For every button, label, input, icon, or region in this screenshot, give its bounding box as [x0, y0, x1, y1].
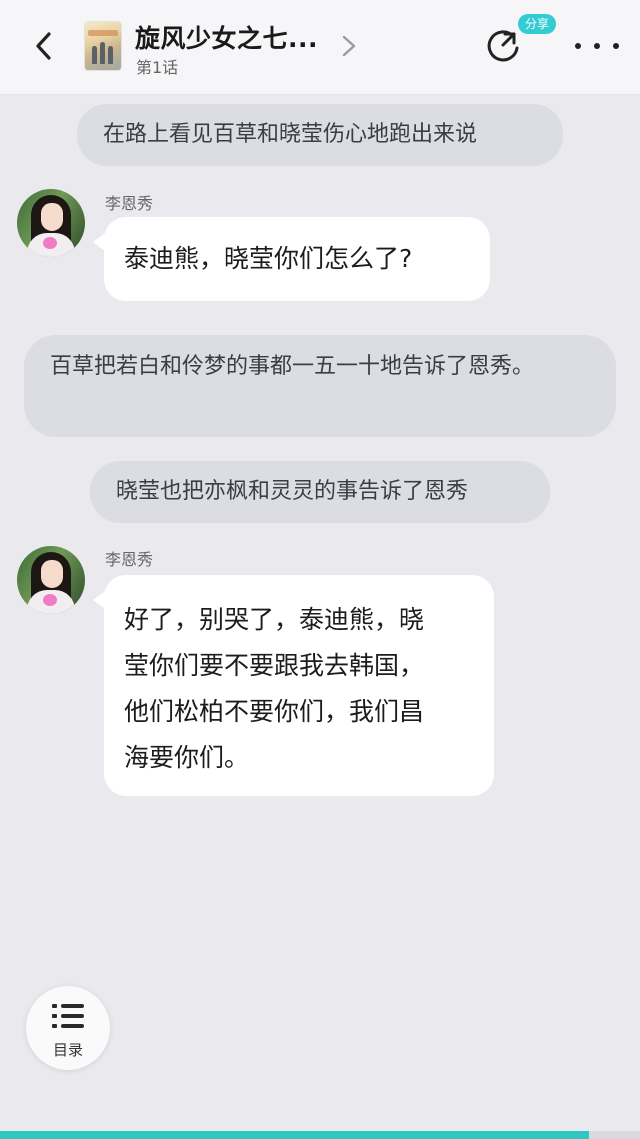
speaker-name: 李恩秀	[105, 550, 154, 569]
dialogue-line: 海要你们。	[124, 743, 250, 772]
dialogue-line: 莹你们要不要跟我去韩国，	[124, 651, 425, 680]
table-of-contents-button[interactable]: 目录	[26, 986, 110, 1070]
avatar[interactable]	[17, 189, 85, 257]
speaker-name: 李恩秀	[105, 194, 154, 213]
chevron-right-icon[interactable]	[338, 33, 360, 59]
narration-bubble: 在路上看见百草和晓莹伤心地跑出来说	[77, 104, 563, 166]
dialogue-line: 他们松柏不要你们，我们昌	[124, 697, 425, 726]
avatar[interactable]	[17, 546, 85, 614]
chevron-left-icon	[36, 32, 51, 60]
list-icon	[52, 1004, 84, 1028]
table-of-contents-label: 目录	[52, 1041, 83, 1059]
share-badge[interactable]: 分享	[518, 14, 557, 34]
dialogue-bubble: 好了，别哭了，泰迪熊，晓 莹你们要不要跟我去韩国， 他们松柏不要你们，我们昌 海…	[93, 575, 494, 796]
back-button[interactable]	[26, 28, 62, 64]
share-icon	[487, 30, 519, 62]
narration-bubble: 晓莹也把亦枫和灵灵的事告诉了恩秀	[90, 461, 550, 523]
narration-bubble: 百草把若白和伶梦的事都一五一十地告诉了恩秀。	[24, 335, 616, 437]
dialogue-bubble: 泰迪熊，晓莹你们怎么了?	[93, 217, 490, 301]
dialogue-line: 好了，别哭了，泰迪熊，晓	[124, 605, 425, 634]
top-bar: 旋风少女之七... 第1话 分享	[0, 0, 640, 95]
more-icon	[575, 43, 581, 49]
comic-cover-thumbnail[interactable]	[85, 22, 121, 70]
reading-progress-bar	[0, 1131, 640, 1139]
comic-title[interactable]: 旋风少女之七...	[135, 19, 318, 55]
more-button[interactable]	[575, 36, 619, 56]
episode-label: 第1话	[136, 58, 179, 77]
share-button[interactable]	[483, 26, 523, 66]
reading-progress-fill	[0, 1131, 589, 1139]
